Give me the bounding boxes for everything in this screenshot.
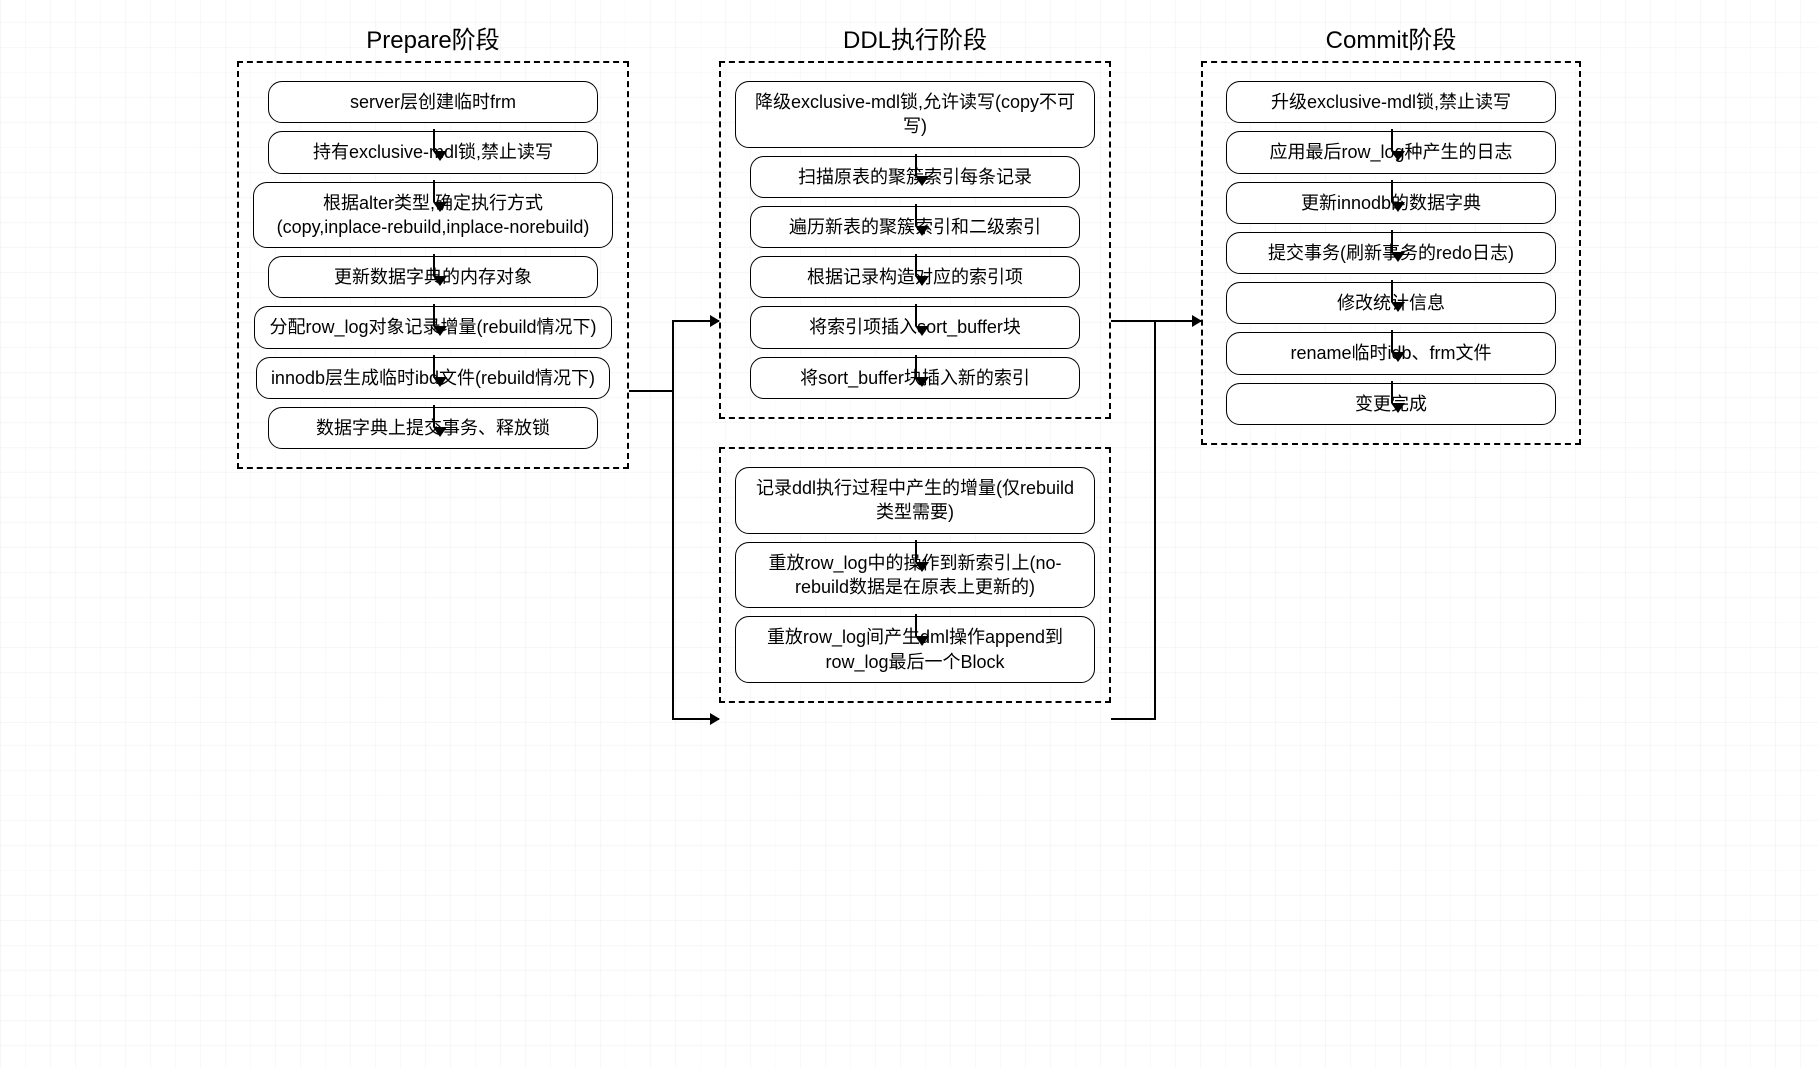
- prepare-column: Prepare阶段 server层创建临时frm 持有exclusive-mdl…: [237, 20, 629, 469]
- commit-step: 升级exclusive-mdl锁,禁止读写: [1226, 81, 1556, 123]
- connector-ddl-commit: [1111, 20, 1201, 703]
- ddl-title: DDL执行阶段: [843, 20, 987, 55]
- prepare-title: Prepare阶段: [366, 20, 499, 55]
- ddl-step: 降级exclusive-mdl锁,允许读写(copy不可写): [735, 81, 1095, 148]
- ddl-lower-box: 记录ddl执行过程中产生的增量(仅rebuild类型需要) 重放row_log中…: [719, 447, 1111, 703]
- commit-column: Commit阶段 升级exclusive-mdl锁,禁止读写 应用最后row_l…: [1201, 20, 1581, 445]
- prepare-step: server层创建临时frm: [268, 81, 598, 123]
- ddl-column: DDL执行阶段 降级exclusive-mdl锁,允许读写(copy不可写) 扫…: [719, 20, 1111, 703]
- ddl-upper-box: 降级exclusive-mdl锁,允许读写(copy不可写) 扫描原表的聚簇索引…: [719, 61, 1111, 419]
- prepare-box: server层创建临时frm 持有exclusive-mdl锁,禁止读写 根据a…: [237, 61, 629, 469]
- flowchart: Prepare阶段 server层创建临时frm 持有exclusive-mdl…: [20, 20, 1798, 703]
- commit-title: Commit阶段: [1326, 20, 1457, 55]
- connector-prepare-ddl: [629, 20, 719, 703]
- commit-box: 升级exclusive-mdl锁,禁止读写 应用最后row_log种产生的日志 …: [1201, 61, 1581, 445]
- ddl-step: 记录ddl执行过程中产生的增量(仅rebuild类型需要): [735, 467, 1095, 534]
